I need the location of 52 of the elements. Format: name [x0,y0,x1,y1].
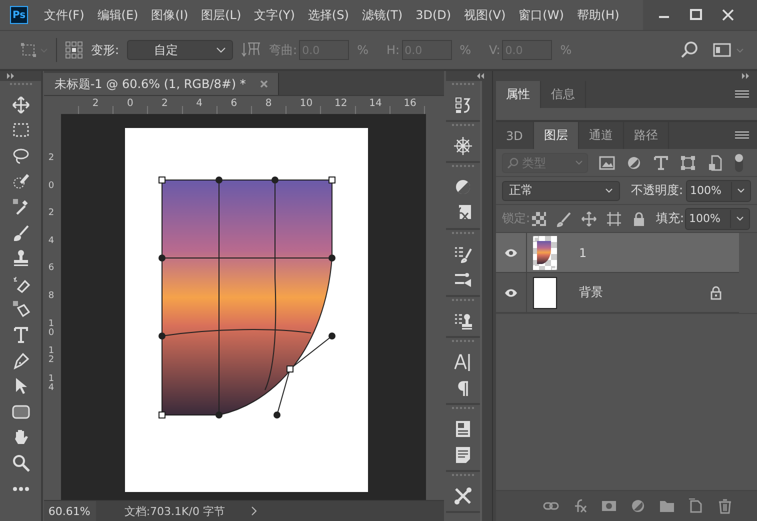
ruler-label: 8 [47,292,54,303]
opacity-label: 不透明度: [630,182,683,199]
menu-item[interactable]: 窗口(W) [518,6,564,24]
ruler-label: 16 [402,97,418,111]
app-logo: Ps [10,6,28,24]
document-info: 文档:703.1K/0 字节 [124,504,225,518]
panel-tab[interactable]: 图层 [534,122,579,149]
document-tab[interactable]: 未标题-1 @ 60.6% (1, RGB/8#) * [44,73,279,95]
ruler-label: 12 [334,97,348,111]
menu-item[interactable]: 3D(D) [416,8,452,22]
layer-name: 背景 [578,284,603,301]
opacity-field[interactable]: 100% [687,182,732,200]
ruler-label: 8 [264,97,273,111]
menu-item[interactable]: 帮助(H) [576,6,620,24]
opacity-dropdown[interactable]: 100% [686,180,751,202]
percent-unit: % [560,43,572,57]
ruler-label: 2 [47,154,54,165]
zoom-level[interactable]: 60.61% [44,501,96,521]
fill-label: 填充: [656,210,684,227]
ruler-label: 2 [160,97,169,111]
ruler-label: 12 [47,347,54,368]
ruler-label: 6 [230,97,238,111]
fill-field[interactable]: 100% [686,210,732,228]
menu-item[interactable]: 图层(L) [201,6,242,24]
ruler-label: 4 [195,97,204,111]
menu-item[interactable]: 编辑(E) [97,6,138,24]
menu-item[interactable]: 视图(V) [464,6,506,24]
ruler-label: 10 [298,97,314,111]
ruler-label: 2 [91,97,100,111]
ruler-label: 6 [47,264,54,276]
layer-name: 1 [578,246,587,260]
menu-item[interactable]: 滤镜(T) [362,6,403,24]
menu-item[interactable]: 图像(I) [151,6,188,24]
warp-style-dropdown[interactable]: 自定 [127,40,234,60]
fill-dropdown[interactable]: 100% [685,208,750,230]
ruler-label: 14 [47,374,54,395]
menu-item[interactable]: 选择(S) [308,6,349,24]
menu-item[interactable]: 文字(Y) [254,6,295,24]
blend-mode-dropdown[interactable]: 正常 [502,180,620,200]
ruler-label: 0 [126,97,134,111]
ruler-label: 4 [47,236,54,248]
menu-item[interactable]: 文件(F) [44,6,84,24]
panel-tab[interactable]: 属性 [496,81,541,108]
layer-row[interactable]: 背景 [496,273,739,313]
percent-unit: % [357,43,368,57]
ruler-label: 0 [47,182,54,193]
transform-label: 变形: [91,42,120,58]
ruler-label: 10 [47,320,54,340]
ruler-label: 14 [368,97,383,111]
ruler-label: 2 [47,209,54,220]
percent-unit: % [460,43,471,57]
layer-row[interactable]: 1 [496,233,739,273]
